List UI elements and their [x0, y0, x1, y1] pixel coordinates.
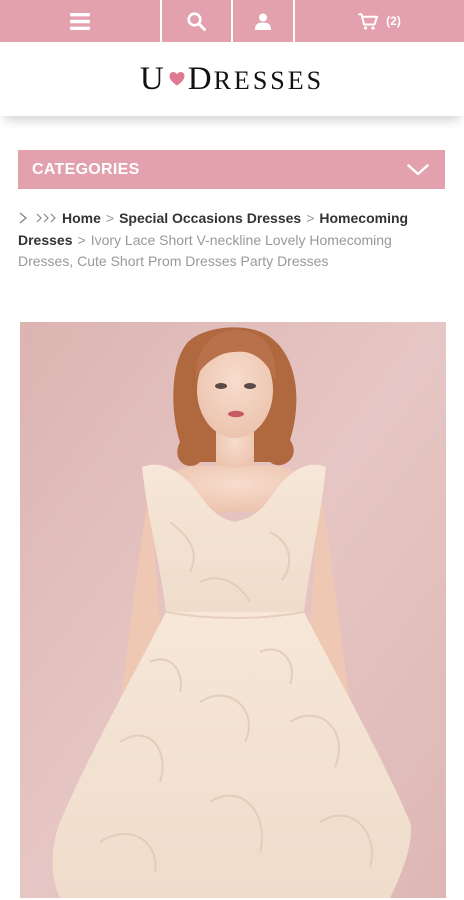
breadcrumb-separator: >	[77, 231, 86, 248]
top-nav-bar: (2)	[0, 0, 464, 42]
user-icon	[255, 13, 271, 30]
breadcrumb-special-occasions-link[interactable]: Special Occasions Dresses	[119, 210, 301, 226]
breadcrumb-arrows-icon	[19, 212, 56, 224]
product-photo	[20, 322, 446, 898]
logo-header: U D RESSES	[0, 42, 464, 116]
logo-letter-d: D	[187, 60, 214, 97]
cart-count-badge: (2)	[386, 14, 401, 28]
site-logo[interactable]: U D RESSES	[140, 61, 324, 98]
breadcrumb-current-page: Ivory Lace Short V-neckline Lovely Homec…	[18, 231, 392, 270]
product-image[interactable]	[20, 322, 446, 898]
chevron-down-icon	[407, 163, 429, 175]
breadcrumb-separator: >	[105, 210, 115, 226]
menu-icon	[70, 12, 90, 30]
categories-label: CATEGORIES	[32, 160, 140, 178]
categories-dropdown[interactable]: CATEGORIES	[18, 150, 445, 189]
breadcrumb: Home > Special Occasions Dresses > Homecomin…	[18, 208, 446, 273]
search-button[interactable]	[162, 0, 233, 42]
menu-button[interactable]	[0, 0, 162, 42]
heart-icon	[169, 71, 185, 85]
cart-icon	[358, 12, 379, 30]
logo-letter-u: U	[139, 60, 166, 97]
cart-button[interactable]: (2)	[295, 0, 464, 42]
search-icon	[187, 11, 206, 31]
account-button[interactable]	[233, 0, 295, 42]
breadcrumb-home-link[interactable]: Home	[62, 210, 101, 226]
logo-text-rest: RESSES	[213, 65, 325, 95]
breadcrumb-separator: >	[306, 210, 315, 226]
